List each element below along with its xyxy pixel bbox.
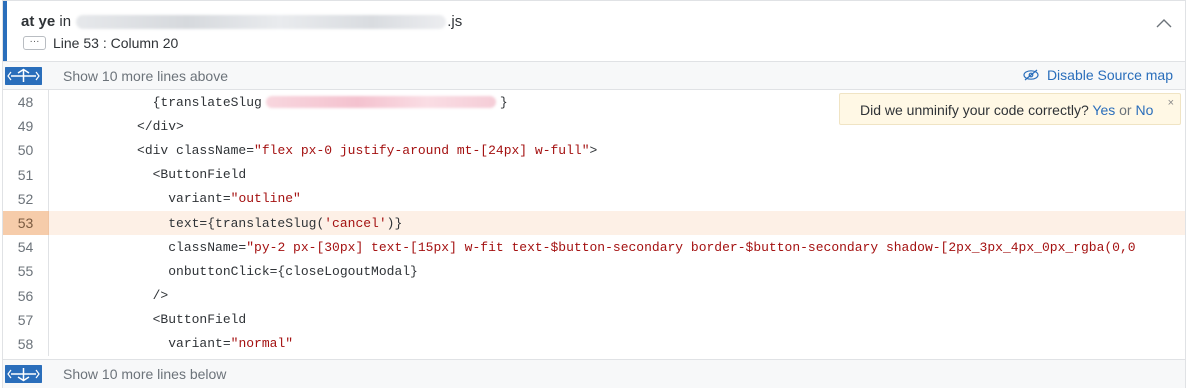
line-number: 54 <box>3 235 49 260</box>
line-number: 57 <box>3 307 49 332</box>
unminify-yes-link[interactable]: Yes <box>1092 102 1115 118</box>
unminify-no-link[interactable]: No <box>1135 102 1153 118</box>
code-line: 51 <ButtonField <box>3 162 1185 187</box>
line-number: 52 <box>3 186 49 211</box>
line-number: 51 <box>3 162 49 187</box>
code-text: variant="outline" <box>59 191 301 207</box>
line-number: 58 <box>3 331 49 357</box>
line-number: 49 <box>3 114 49 139</box>
expand-below-row[interactable]: Show 10 more lines below <box>3 359 1185 388</box>
code-text: <ButtonField <box>59 312 247 328</box>
frame-accent-bar <box>3 1 7 61</box>
code-text: className="py-2 px-[30px] text-[15px] w-… <box>59 239 1136 255</box>
close-icon[interactable]: × <box>1168 97 1174 109</box>
code-line: 56 /> <box>3 283 1185 308</box>
code-line: 52 variant="outline" <box>3 186 1185 211</box>
line-number: 50 <box>3 138 49 163</box>
function-name: at ye <box>21 13 56 30</box>
line-number: 55 <box>3 259 49 284</box>
code-text: {translateSlug} <box>59 94 508 110</box>
code-text: <div className="flex px-0 justify-around… <box>59 142 598 158</box>
in-word: in <box>59 13 72 30</box>
eye-slash-icon <box>1023 69 1039 81</box>
code-line: 55 onbuttonClick={closeLogoutModal} <box>3 259 1185 284</box>
expand-up-icon[interactable] <box>5 67 42 85</box>
code-text: /> <box>59 288 169 304</box>
line-number: 53 <box>3 210 49 236</box>
code-text: variant="normal" <box>59 336 294 352</box>
code-line: 58 variant="normal" <box>3 331 1185 357</box>
code-line: 54 className="py-2 px-[30px] text-[15px]… <box>3 235 1185 260</box>
line-column-info: Line 53 : Column 20 <box>53 35 179 51</box>
or-word: or <box>1119 102 1132 118</box>
unminify-question: Did we unminify your code correctly? Yes… <box>860 102 1154 118</box>
show-more-above-link[interactable]: Show 10 more lines above <box>63 68 228 84</box>
disable-sourcemap-label: Disable Source map <box>1046 67 1173 83</box>
line-number: 56 <box>3 283 49 308</box>
code-line: 50 <div className="flex px-0 justify-aro… <box>3 138 1185 163</box>
code-text: onbuttonClick={closeLogoutModal} <box>59 263 418 279</box>
show-more-below-link[interactable]: Show 10 more lines below <box>63 366 226 382</box>
file-extension: .js <box>447 13 463 30</box>
code-text: </div> <box>59 118 184 134</box>
frame-header[interactable]: at ye in .js ··· Line 53 : Column 20 <box>3 1 1185 62</box>
disable-sourcemap-button[interactable]: Disable Source map <box>1023 67 1173 83</box>
more-options-button[interactable]: ··· <box>23 36 46 50</box>
stack-frame: at ye in .js ··· Line 53 : Column 20 Sho… <box>2 0 1186 388</box>
redacted-file-path <box>76 15 447 30</box>
unminify-feedback-notice: Did we unminify your code correctly? Yes… <box>839 93 1181 125</box>
code-line: 57 <ButtonField <box>3 307 1185 332</box>
code-viewer: 48 {translateSlug} 49 </div> 50 <div cla… <box>3 90 1185 359</box>
frame-title: at ye in .js <box>21 13 462 30</box>
expand-down-icon[interactable] <box>5 365 42 383</box>
expand-above-row[interactable]: Show 10 more lines above Disable Source … <box>3 62 1185 90</box>
redacted-slug <box>265 96 496 109</box>
code-text: <ButtonField <box>59 167 247 183</box>
code-text: text={translateSlug('cancel')} <box>59 215 403 231</box>
chevron-up-icon[interactable] <box>1153 13 1175 35</box>
line-number: 48 <box>3 90 49 115</box>
code-line-active: 53 text={translateSlug('cancel')} <box>3 210 1185 236</box>
